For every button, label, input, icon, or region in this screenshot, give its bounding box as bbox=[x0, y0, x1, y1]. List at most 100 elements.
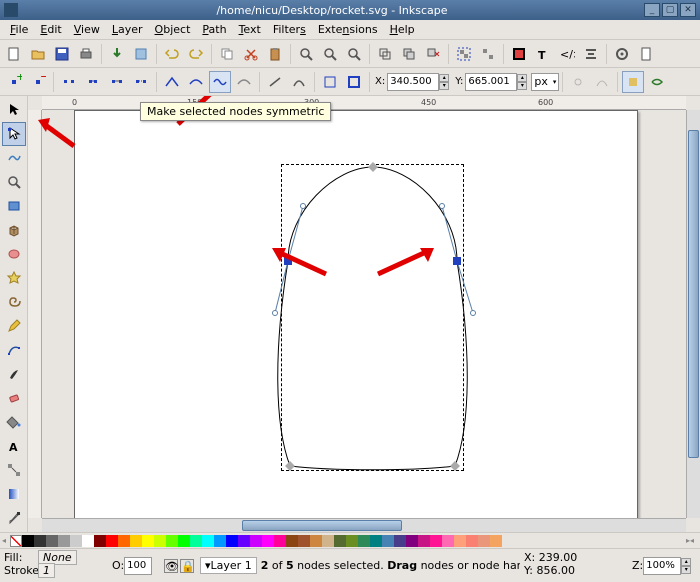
color-swatch[interactable] bbox=[250, 535, 262, 547]
layer-lock-toggle[interactable]: 🔒 bbox=[180, 559, 194, 573]
palette-scroll-left[interactable]: ◂ bbox=[2, 536, 10, 545]
color-swatch[interactable] bbox=[214, 535, 226, 547]
menu-text[interactable]: Text bbox=[233, 21, 267, 38]
color-swatch[interactable] bbox=[442, 535, 454, 547]
color-swatch[interactable] bbox=[394, 535, 406, 547]
node-symmetric-button[interactable] bbox=[209, 71, 231, 93]
object-to-path-button[interactable] bbox=[319, 71, 341, 93]
menu-path[interactable]: Path bbox=[196, 21, 232, 38]
zoom-fit-button[interactable] bbox=[295, 43, 317, 65]
color-swatch[interactable] bbox=[70, 535, 82, 547]
node-handle[interactable] bbox=[300, 203, 306, 209]
connector-tool[interactable] bbox=[2, 458, 26, 482]
y-spinner[interactable]: ▴▾ bbox=[517, 74, 527, 90]
color-swatch[interactable] bbox=[490, 535, 502, 547]
scrollbar-vertical[interactable] bbox=[686, 110, 700, 518]
color-swatch[interactable] bbox=[370, 535, 382, 547]
prefs-button[interactable] bbox=[611, 43, 633, 65]
insert-node-button[interactable]: + bbox=[3, 71, 25, 93]
color-swatch[interactable] bbox=[178, 535, 190, 547]
text-tool[interactable]: A bbox=[2, 434, 26, 458]
menu-help[interactable]: Help bbox=[384, 21, 421, 38]
color-swatch[interactable] bbox=[82, 535, 94, 547]
color-swatch[interactable] bbox=[430, 535, 442, 547]
color-swatch[interactable] bbox=[166, 535, 178, 547]
menu-layer[interactable]: Layer bbox=[106, 21, 149, 38]
viewport[interactable] bbox=[42, 110, 686, 518]
cut-button[interactable] bbox=[240, 43, 262, 65]
stroke-to-path-button[interactable] bbox=[343, 71, 365, 93]
join-node-button[interactable] bbox=[82, 71, 104, 93]
edit-mask-button[interactable] bbox=[646, 71, 668, 93]
color-swatch[interactable] bbox=[106, 535, 118, 547]
join-segment-button[interactable] bbox=[106, 71, 128, 93]
doc-prefs-button[interactable] bbox=[635, 43, 657, 65]
color-swatch[interactable] bbox=[406, 535, 418, 547]
maximize-button[interactable]: ▢ bbox=[662, 3, 678, 17]
opacity-input[interactable] bbox=[124, 557, 152, 575]
path-node-selected[interactable] bbox=[453, 257, 461, 265]
color-swatch[interactable] bbox=[22, 535, 34, 547]
minimize-button[interactable]: _ bbox=[644, 3, 660, 17]
menu-edit[interactable]: Edit bbox=[34, 21, 67, 38]
calligraphy-tool[interactable] bbox=[2, 362, 26, 386]
node-handle[interactable] bbox=[272, 310, 278, 316]
color-swatch[interactable] bbox=[58, 535, 70, 547]
print-button[interactable] bbox=[75, 43, 97, 65]
color-swatch[interactable] bbox=[46, 535, 58, 547]
color-swatch[interactable] bbox=[334, 535, 346, 547]
new-button[interactable] bbox=[3, 43, 25, 65]
3dbox-tool[interactable] bbox=[2, 218, 26, 242]
layer-selector[interactable]: ▾Layer 1 bbox=[200, 557, 257, 574]
swatch-none[interactable] bbox=[10, 535, 22, 547]
fill-stroke-button[interactable] bbox=[508, 43, 530, 65]
dropper-tool[interactable] bbox=[2, 506, 26, 530]
rect-tool[interactable] bbox=[2, 194, 26, 218]
menu-filters[interactable]: Filters bbox=[267, 21, 312, 38]
menu-file[interactable]: File bbox=[4, 21, 34, 38]
paintbucket-tool[interactable] bbox=[2, 410, 26, 434]
color-swatch[interactable] bbox=[382, 535, 394, 547]
break-node-button[interactable] bbox=[58, 71, 80, 93]
segment-curve-button[interactable] bbox=[288, 71, 310, 93]
color-swatch[interactable] bbox=[238, 535, 250, 547]
zoom-spinner[interactable]: ▴▾ bbox=[681, 558, 691, 574]
paste-button[interactable] bbox=[264, 43, 286, 65]
drawing-path[interactable] bbox=[75, 111, 639, 518]
spiral-tool[interactable] bbox=[2, 290, 26, 314]
redo-button[interactable] bbox=[185, 43, 207, 65]
zoom-tool[interactable] bbox=[2, 170, 26, 194]
zoom-page-button[interactable] bbox=[343, 43, 365, 65]
unit-select[interactable]: px▾ bbox=[531, 73, 559, 91]
zoom-input[interactable] bbox=[643, 557, 681, 575]
color-swatch[interactable] bbox=[310, 535, 322, 547]
color-swatch[interactable] bbox=[322, 535, 334, 547]
selector-tool[interactable] bbox=[2, 98, 26, 122]
color-swatch[interactable] bbox=[286, 535, 298, 547]
eraser-tool[interactable] bbox=[2, 386, 26, 410]
scrollbar-horizontal[interactable] bbox=[42, 518, 686, 532]
y-input[interactable] bbox=[465, 73, 517, 91]
delete-node-button[interactable]: − bbox=[27, 71, 49, 93]
clone-button[interactable] bbox=[398, 43, 420, 65]
unlink-clone-button[interactable] bbox=[422, 43, 444, 65]
color-swatch[interactable] bbox=[454, 535, 466, 547]
menu-view[interactable]: View bbox=[68, 21, 106, 38]
zoom-drawing-button[interactable] bbox=[319, 43, 341, 65]
align-button[interactable] bbox=[580, 43, 602, 65]
menu-object[interactable]: Object bbox=[149, 21, 197, 38]
tweak-tool[interactable] bbox=[2, 146, 26, 170]
layer-visibility-toggle[interactable]: 👁 bbox=[164, 559, 178, 573]
color-swatch[interactable] bbox=[226, 535, 238, 547]
gradient-tool[interactable] bbox=[2, 482, 26, 506]
text-tool-button[interactable]: T bbox=[532, 43, 554, 65]
bezier-tool[interactable] bbox=[2, 338, 26, 362]
color-swatch[interactable] bbox=[478, 535, 490, 547]
save-button[interactable] bbox=[51, 43, 73, 65]
color-swatch[interactable] bbox=[34, 535, 46, 547]
undo-button[interactable] bbox=[161, 43, 183, 65]
show-outline-button[interactable] bbox=[591, 71, 613, 93]
fill-stroke-indicator[interactable]: Fill:None Stroke:1 bbox=[0, 549, 110, 582]
color-swatch[interactable] bbox=[262, 535, 274, 547]
node-cusp-button[interactable] bbox=[161, 71, 183, 93]
